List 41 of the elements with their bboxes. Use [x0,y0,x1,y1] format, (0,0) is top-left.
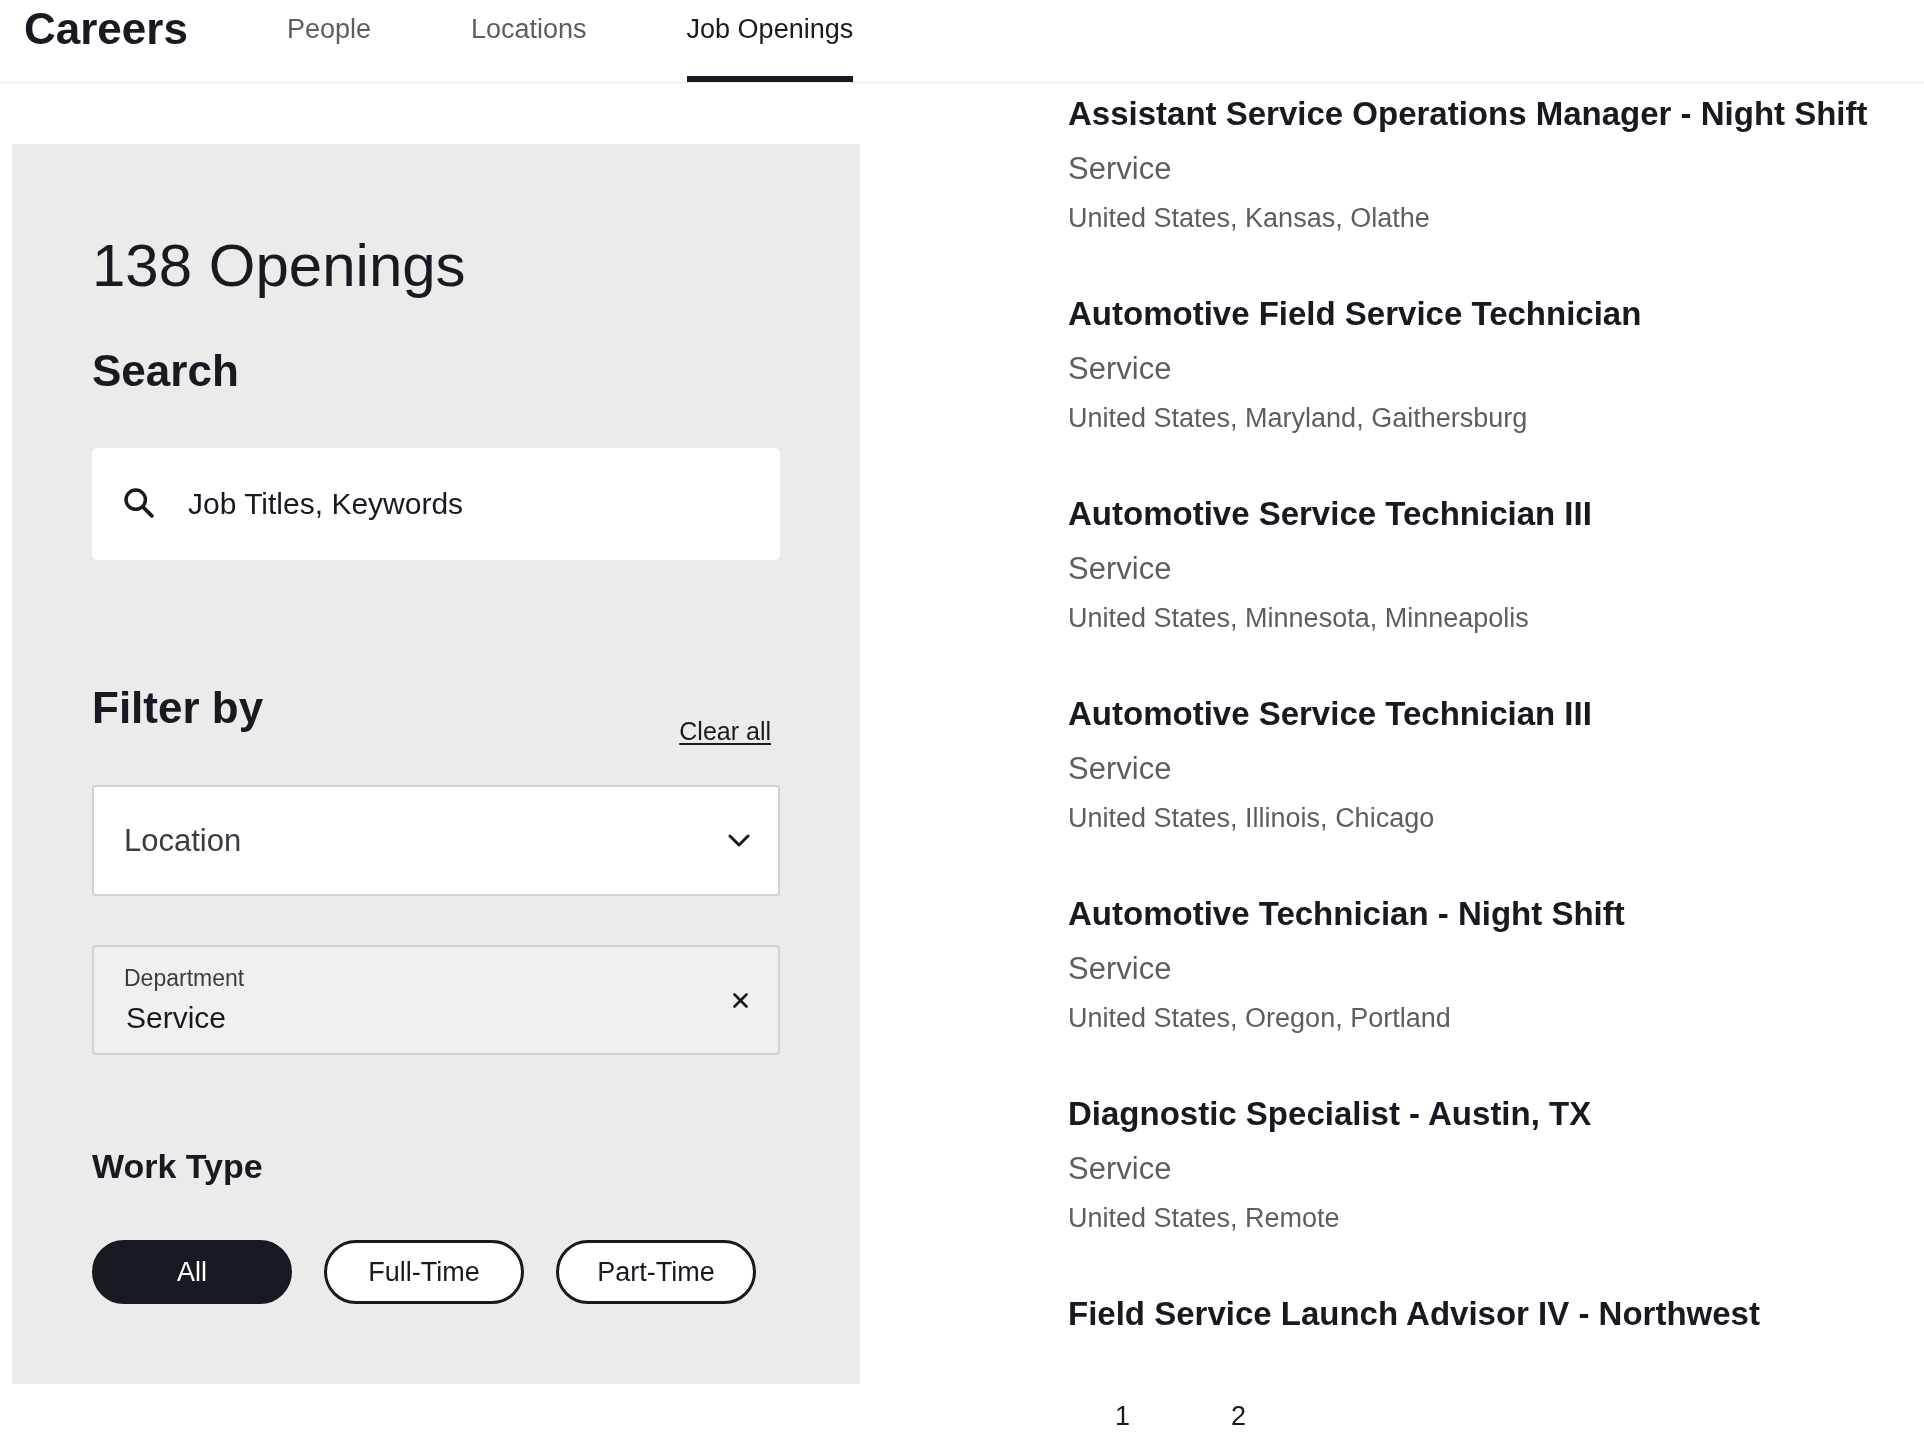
job-department: Service [1068,550,1172,588]
nav-tab[interactable]: Job Openings [686,0,854,82]
job-title-link[interactable]: Field Service Launch Advisor IV - Northwest [1068,1293,1760,1335]
section-heading: Search [92,345,239,397]
work-type-pill[interactable]: All [92,1240,292,1304]
job-location: United States, Illinois, Chicago [1068,802,1435,835]
job-location: United States, Remote [1068,1202,1340,1235]
job-title-link[interactable]: Automotive Field Service Technician [1068,293,1642,335]
job-title-link[interactable]: Automotive Technician - Night Shift [1068,893,1625,935]
nav-tab[interactable]: Locations [471,0,587,82]
job-title-link[interactable]: Automotive Service Technician III [1068,693,1592,735]
job-title-link[interactable]: Automotive Service Technician III [1068,493,1592,535]
site-title: Careers [24,4,188,54]
search-field[interactable]: Job Titles, Keywords [92,448,780,560]
page-link[interactable]: 2 [1231,1399,1247,1433]
chevron-down-icon [728,833,750,848]
section-heading: Work Type [92,1146,263,1187]
page-link[interactable]: 1 [1115,1399,1131,1433]
close-icon[interactable] [733,992,748,1008]
field-label: Department [124,964,245,992]
search-icon [124,488,154,518]
location-dropdown[interactable]: Location [92,785,780,896]
job-location: United States, Minnesota, Minneapolis [1068,602,1529,635]
job-department: Service [1068,150,1172,188]
job-department: Service [1068,950,1172,988]
job-title-link[interactable]: Assistant Service Operations Manager - Night Shift [1068,93,1868,135]
section-heading: Filter by [92,682,264,734]
clear-all-link[interactable]: Clear all [679,716,771,746]
work-type-pill[interactable]: Full-Time [324,1240,524,1304]
job-department: Service [1068,350,1172,388]
job-department: Service [1068,750,1172,788]
department-select[interactable]: Department Service [92,945,780,1055]
job-location: United States, Oregon, Portland [1068,1002,1451,1035]
job-location: United States, Maryland, Gaithersburg [1068,402,1528,435]
openings-count: 138 Openings [92,231,466,301]
job-department: Service [1068,1150,1172,1188]
job-title-link[interactable]: Diagnostic Specialist - Austin, TX [1068,1093,1592,1135]
nav-tab[interactable]: People [286,0,371,82]
field-value: Service [126,1000,227,1036]
work-type-pill[interactable]: Part-Time [556,1240,756,1304]
job-location: United States, Kansas, Olathe [1068,202,1430,235]
